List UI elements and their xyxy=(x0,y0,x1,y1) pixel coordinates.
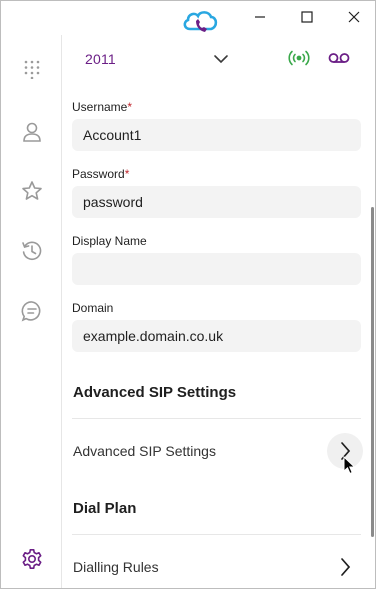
dialling-rules-label: Dialling Rules xyxy=(73,559,159,575)
display-name-field[interactable] xyxy=(72,253,361,285)
username-label: Username* xyxy=(72,100,133,114)
app-logo-icon xyxy=(181,7,221,39)
mouse-cursor-icon xyxy=(343,456,356,475)
scrollbar[interactable] xyxy=(371,207,374,537)
chat-icon xyxy=(21,301,41,322)
domain-value: example.domain.co.uk xyxy=(83,328,224,344)
dial-plan-section-title: Dial Plan xyxy=(73,500,137,517)
rail-chat[interactable] xyxy=(16,295,48,327)
username-field[interactable]: Account1 xyxy=(72,119,361,151)
divider xyxy=(72,534,361,535)
nav-rail xyxy=(1,35,62,588)
app-window: 2011 Username* Account1 Password* passwo… xyxy=(0,0,376,589)
close-button[interactable] xyxy=(331,3,376,31)
rail-favorites[interactable] xyxy=(16,175,48,207)
rail-contacts[interactable] xyxy=(16,116,48,148)
rail-dialpad[interactable] xyxy=(16,53,48,85)
password-value: password xyxy=(83,194,143,210)
rail-settings[interactable] xyxy=(16,543,48,575)
display-name-label: Display Name xyxy=(72,234,147,248)
password-field[interactable]: password xyxy=(72,186,361,218)
dialling-rules-row[interactable]: Dialling Rules xyxy=(63,547,369,587)
maximize-button[interactable] xyxy=(284,3,330,31)
selected-line: 2011 xyxy=(85,51,116,67)
domain-label: Domain xyxy=(72,301,114,315)
signal-icon xyxy=(288,50,310,66)
minimize-button[interactable] xyxy=(237,3,283,31)
chevron-down-icon xyxy=(214,55,228,64)
history-icon xyxy=(22,241,42,261)
voicemail-icon[interactable] xyxy=(327,48,351,68)
account-settings-form: Username* Account1 Password* password Di… xyxy=(63,81,369,588)
advanced-sip-settings-label: Advanced SIP Settings xyxy=(73,443,216,459)
required-marker: * xyxy=(127,100,133,114)
advanced-sip-settings-row[interactable]: Advanced SIP Settings xyxy=(63,431,369,471)
content-topbar: 2011 xyxy=(63,39,369,79)
required-marker: * xyxy=(124,167,130,181)
password-label: Password* xyxy=(72,167,130,181)
divider xyxy=(72,418,361,419)
advanced-sip-section-title: Advanced SIP Settings xyxy=(73,384,237,401)
rail-history[interactable] xyxy=(16,235,48,267)
minimize-icon xyxy=(255,16,265,18)
contacts-icon xyxy=(23,122,41,142)
username-value: Account1 xyxy=(83,127,142,143)
domain-field[interactable]: example.domain.co.uk xyxy=(72,320,361,352)
chevron-right-icon xyxy=(341,558,351,576)
settings-icon xyxy=(22,549,42,569)
favorites-icon xyxy=(22,181,42,200)
dialpad-icon xyxy=(24,60,40,79)
line-selector[interactable]: 2011 xyxy=(79,45,229,73)
dialling-rules-chevron[interactable] xyxy=(327,549,363,585)
maximize-icon xyxy=(301,11,313,23)
title-bar xyxy=(1,1,375,35)
close-icon xyxy=(348,11,360,23)
